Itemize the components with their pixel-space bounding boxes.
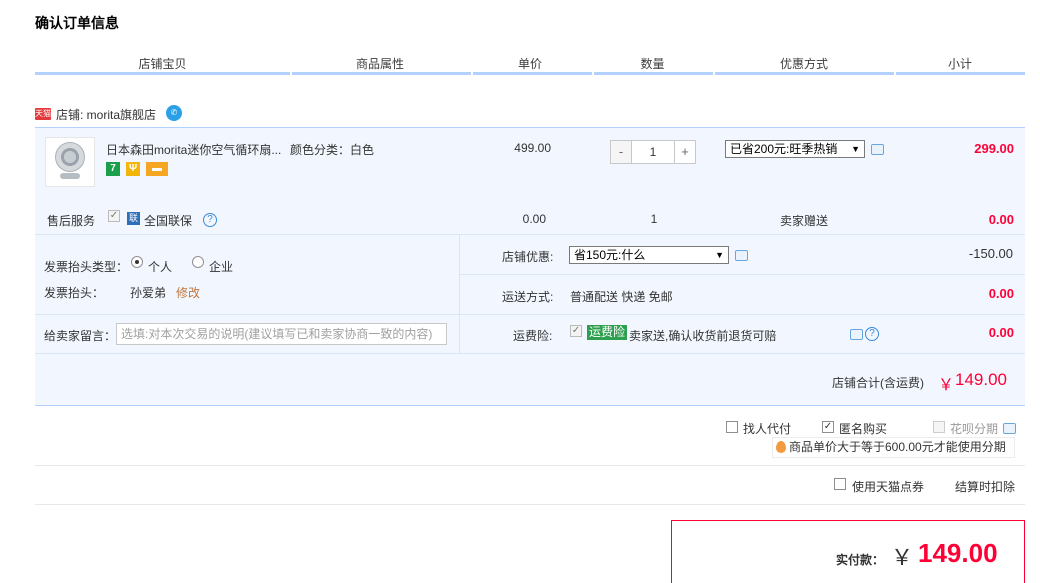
7-day-return-icon[interactable]: 7 xyxy=(106,162,120,176)
tmall-points-checkbox[interactable] xyxy=(834,478,846,490)
header-unit-price: 单价 xyxy=(517,57,542,71)
payment-amount: 149.00 xyxy=(918,538,998,568)
shop-total-currency: ￥ xyxy=(938,377,955,394)
after-sales-label: 售后服务 xyxy=(47,214,96,228)
fan-product-icon xyxy=(55,142,85,172)
help-question-icon[interactable]: ? xyxy=(203,213,217,227)
row-divider xyxy=(35,314,1025,315)
credit-card-icon[interactable]: ▬ xyxy=(146,162,168,176)
header-separator xyxy=(713,72,715,75)
freight-insurance-tag: 运费险 xyxy=(587,325,628,340)
section-divider xyxy=(35,504,1025,505)
promotion-select[interactable]: 已省200元:旺季热销 ▼ xyxy=(725,140,865,158)
message-icon[interactable] xyxy=(871,144,884,155)
invoice-company-label[interactable]: 企业 xyxy=(209,258,233,275)
after-sales-quantity: 1 xyxy=(650,212,658,226)
quantity-stepper[interactable]: - 1 + xyxy=(610,140,696,164)
header-quantity: 数量 xyxy=(640,57,665,71)
header-underline xyxy=(35,72,1025,75)
after-sales-checkbox: ✓ xyxy=(108,210,120,222)
freight-insurance-amount: 0.00 xyxy=(988,325,1014,340)
guarantee-icon[interactable]: Ψ xyxy=(126,162,140,176)
shop-total-amount: 149.00 xyxy=(955,370,1007,389)
page-title: 确认订单信息 xyxy=(35,15,119,31)
proxy-pay-label[interactable]: 找人代付 xyxy=(743,420,791,437)
chevron-down-icon: ▼ xyxy=(851,144,860,154)
order-panel xyxy=(35,127,1025,406)
installment-label: 花呗分期 xyxy=(950,422,999,436)
invoice-title-label: 发票抬头： xyxy=(44,286,105,300)
header-subtotal: 小计 xyxy=(947,57,972,71)
national-warranty-icon: 联 xyxy=(127,212,140,225)
installment-checkbox xyxy=(933,421,945,433)
header-separator xyxy=(894,72,896,75)
proxy-pay-checkbox[interactable] xyxy=(726,421,738,433)
product-name[interactable]: 日本森田morita迷你空气循环扇... xyxy=(106,141,286,158)
shop-name[interactable]: 店铺: morita旗舰店 xyxy=(56,106,156,123)
message-icon[interactable] xyxy=(735,250,748,261)
wangwang-chat-icon[interactable]: ✆ xyxy=(166,105,182,121)
header-separator xyxy=(471,72,473,75)
freight-insurance-label: 运费险: xyxy=(513,329,553,343)
after-sales-price: 0.00 xyxy=(522,212,546,226)
memo-input[interactable]: 选填:对本次交易的说明(建议填写已和卖家协商一致的内容) xyxy=(116,323,447,345)
after-sales-option: 全国联保 xyxy=(144,214,193,228)
invoice-edit-link[interactable]: 修改 xyxy=(176,284,200,301)
help-question-icon[interactable]: ? xyxy=(865,327,879,341)
shipping-label: 运送方式: xyxy=(502,290,554,304)
quantity-input[interactable]: 1 xyxy=(631,141,675,163)
header-separator xyxy=(592,72,594,75)
installment-tip: 商品单价大于等于600.00元才能使用分期 xyxy=(772,437,1015,458)
invoice-personal-label[interactable]: 个人 xyxy=(148,258,172,275)
payment-label: 实付款： xyxy=(836,553,885,567)
anonymous-checkbox[interactable]: ✓ xyxy=(822,421,834,433)
tmall-logo-icon: 天猫 xyxy=(35,108,51,120)
shop-discount-label: 店铺优惠: xyxy=(502,250,554,264)
shop-discount-select[interactable]: 省150元:什么 ▼ xyxy=(569,246,729,264)
payment-currency: ￥ xyxy=(891,545,914,570)
column-divider xyxy=(459,235,460,353)
invoice-company-radio[interactable] xyxy=(192,256,204,268)
message-icon[interactable] xyxy=(1003,423,1016,434)
after-sales-subtotal: 0.00 xyxy=(988,212,1014,227)
header-attributes: 商品属性 xyxy=(355,57,404,71)
header-separator xyxy=(290,72,292,75)
freight-insurance-value: 卖家送,确认收货前退货可赔 xyxy=(629,329,777,343)
quantity-plus-button[interactable]: + xyxy=(675,141,695,163)
section-divider xyxy=(35,465,1025,466)
product-subtotal: 299.00 xyxy=(974,141,1014,156)
memo-label: 给卖家留言： xyxy=(44,329,117,343)
shipping-amount: 0.00 xyxy=(988,286,1014,301)
unit-price: 499.00 xyxy=(514,141,551,155)
shop-discount-select-value: 省150元:什么 xyxy=(574,248,646,262)
after-sales-method: 卖家赠送 xyxy=(779,214,828,228)
fan-base-icon xyxy=(60,173,80,179)
header-discount: 优惠方式 xyxy=(779,57,828,71)
shipping-value: 普通配送 快递 免邮 xyxy=(570,290,673,304)
promotion-select-value: 已省200元:旺季热销 xyxy=(730,142,838,156)
message-icon[interactable] xyxy=(850,329,863,340)
header-shop-item: 店铺宝贝 xyxy=(138,57,187,71)
chevron-down-icon: ▼ xyxy=(715,250,724,260)
anonymous-label[interactable]: 匿名购买 xyxy=(839,420,887,437)
invoice-personal-radio[interactable] xyxy=(131,256,143,268)
tmall-points-note: 结算时扣除 xyxy=(955,480,1016,494)
product-attributes: 颜色分类：白色 xyxy=(290,143,375,157)
invoice-title-value: 孙爱弟 xyxy=(130,286,167,300)
row-divider xyxy=(460,274,1025,275)
shop-total-label: 店铺合计(含运费) xyxy=(832,376,924,390)
location-pin-icon xyxy=(776,441,786,453)
row-divider xyxy=(35,234,1025,235)
shop-discount-amount: -150.00 xyxy=(968,246,1013,261)
invoice-type-label: 发票抬头类型： xyxy=(44,260,129,274)
quantity-minus-button[interactable]: - xyxy=(611,141,631,163)
row-divider xyxy=(35,353,1025,354)
tmall-points-label[interactable]: 使用天猫点券 xyxy=(852,478,924,495)
freight-insurance-checkbox: ✓ xyxy=(570,325,582,337)
